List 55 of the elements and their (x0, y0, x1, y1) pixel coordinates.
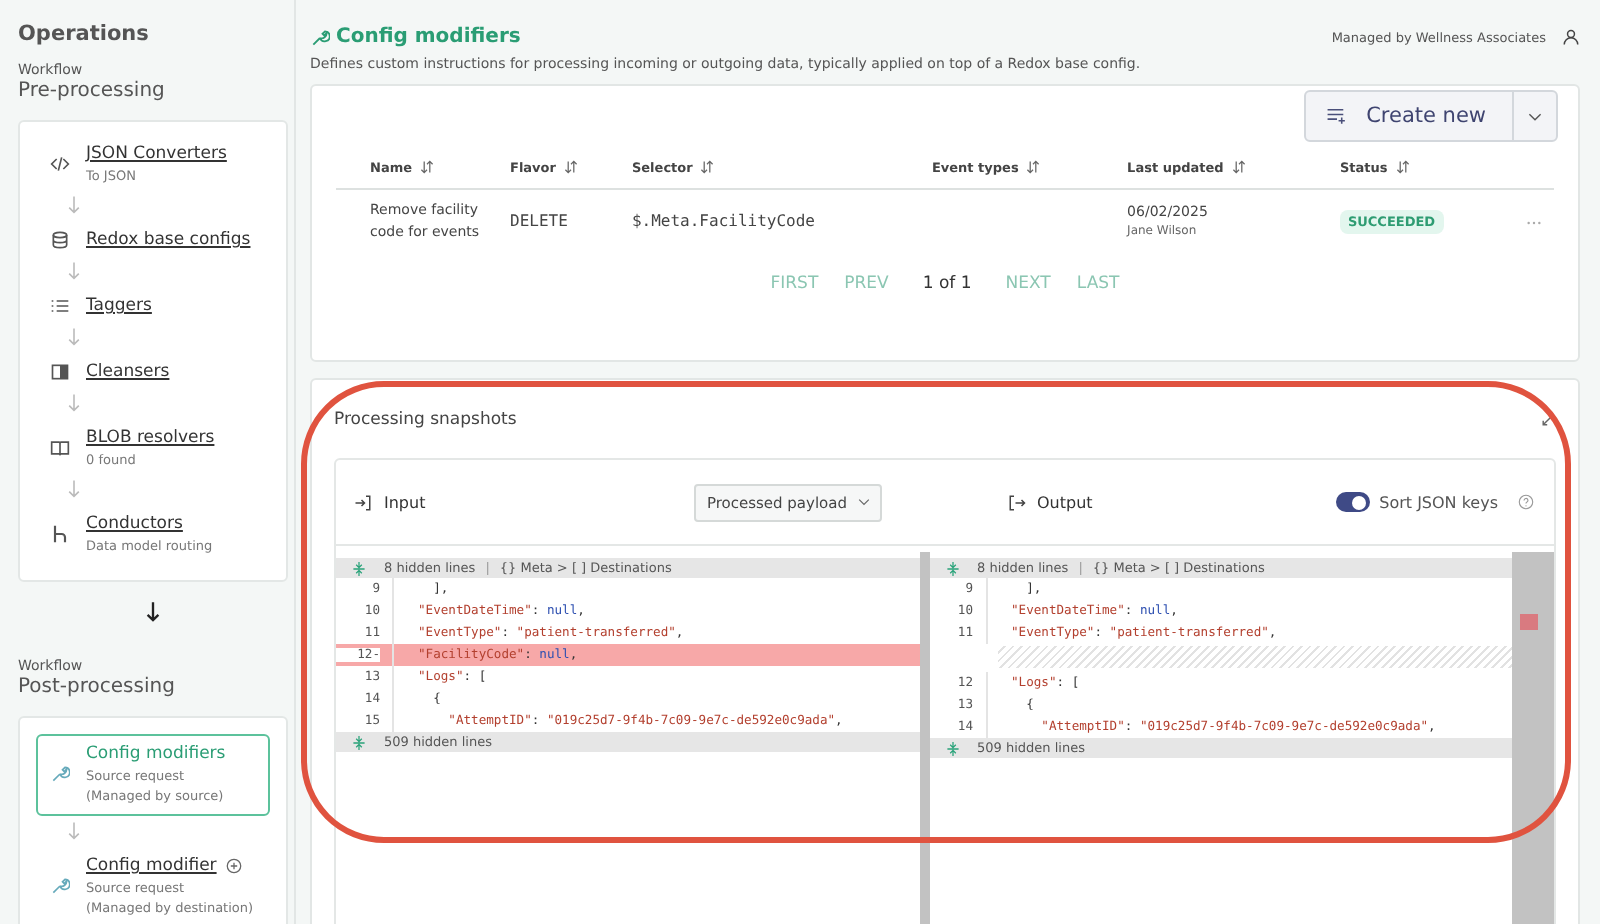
list-add-icon (1326, 106, 1349, 126)
panel-icon (50, 362, 70, 382)
workflow-step[interactable]: Redox base configs (36, 224, 270, 256)
step-link[interactable]: JSON Converters (86, 144, 227, 164)
chevron-down-icon (857, 498, 869, 506)
branch-icon (50, 524, 70, 544)
step-link[interactable]: Cleansers (86, 362, 170, 382)
book-icon (50, 438, 70, 458)
sort-icon[interactable] (420, 160, 435, 174)
chevron-down-icon (1528, 111, 1542, 121)
output-label: Output (1037, 493, 1093, 511)
table-cell: $.Meta.FacilityCode (631, 212, 815, 230)
workflow-name: Pre-processing (18, 80, 167, 102)
code-icon (50, 154, 70, 174)
wrench-icon (310, 27, 330, 47)
expand-icon[interactable] (1540, 412, 1556, 428)
sidebar-title: Operations (18, 22, 151, 46)
down-arrow-icon (66, 822, 82, 842)
step-link[interactable]: Taggers (86, 296, 152, 316)
page-title: Config modifiers (336, 26, 521, 48)
workflow-step[interactable]: Taggers (36, 290, 270, 322)
sign-in-icon (354, 493, 372, 511)
sort-icon[interactable] (1395, 160, 1410, 174)
down-arrow-icon (66, 480, 82, 500)
user-icon[interactable] (1562, 28, 1580, 46)
step-link[interactable]: Conductors (86, 514, 183, 534)
input-label: Input (384, 493, 426, 511)
step-link[interactable]: Config modifier (86, 856, 217, 876)
sign-out-icon (1007, 493, 1025, 511)
section-title: Processing snapshots (334, 410, 517, 430)
down-arrow-icon (66, 196, 82, 216)
step-link[interactable]: BLOB resolvers (86, 428, 215, 448)
down-arrow-icon (66, 394, 82, 414)
toggle-label: Sort JSON keys (1379, 493, 1498, 511)
step-link[interactable]: Redox base configs (86, 230, 251, 250)
sort-icon[interactable] (1231, 160, 1246, 174)
sort-icon[interactable] (1026, 160, 1041, 174)
list-icon (50, 296, 70, 316)
sort-icon[interactable] (563, 160, 578, 174)
down-arrow-icon (144, 602, 162, 624)
create-new-button[interactable]: Create new (1306, 92, 1512, 140)
down-arrow-icon (66, 328, 82, 348)
change-marker (1520, 614, 1538, 630)
help-icon[interactable] (1518, 494, 1534, 510)
wrench-icon (50, 764, 70, 784)
database-icon (50, 230, 70, 250)
down-arrow-icon (66, 262, 82, 282)
sort-icon[interactable] (700, 160, 715, 174)
workflow-name: Post-processing (18, 676, 177, 698)
add-icon[interactable] (226, 858, 243, 874)
table-cell: DELETE (510, 212, 568, 230)
page-indicator: 1 of 1 (922, 274, 972, 294)
sort-toggle[interactable] (1335, 492, 1370, 512)
workflow-step[interactable]: Cleansers (36, 356, 270, 388)
wrench-icon (50, 876, 70, 896)
